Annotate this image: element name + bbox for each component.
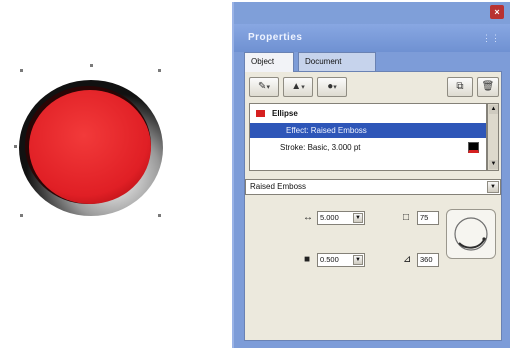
width-icon: ↔: [303, 212, 313, 223]
add-fill-button[interactable]: ▲▾: [283, 77, 313, 97]
effect-type-value: Raised Emboss: [250, 182, 307, 191]
scroll-up-icon[interactable]: ▲: [489, 105, 498, 114]
tab-object[interactable]: Object: [244, 52, 294, 72]
chevron-down-icon[interactable]: ▼: [353, 255, 363, 265]
grip-icon[interactable]: ⋮⋮: [482, 33, 500, 44]
delete-button[interactable]: 🗑: [477, 77, 499, 97]
list-scrollbar[interactable]: ▲ ▼: [487, 103, 499, 171]
selection-handle-middle-left[interactable]: [14, 145, 17, 148]
angle-field[interactable]: 360: [417, 253, 439, 267]
add-stroke-button[interactable]: ✎▾: [249, 77, 279, 97]
list-item-label: Ellipse: [272, 109, 298, 118]
chevron-down-icon[interactable]: ▼: [487, 181, 499, 193]
stroke-color-chip[interactable]: [468, 142, 479, 153]
contrast-icon: □: [403, 212, 410, 223]
softness-combo[interactable]: 0.500 ▼: [317, 253, 365, 267]
width-combo[interactable]: 5.000 ▼: [317, 211, 365, 225]
add-effect-button[interactable]: ●▾: [317, 77, 347, 97]
angle-value: 360: [420, 255, 433, 264]
panel-titlebar[interactable]: ×: [234, 2, 510, 24]
trash-icon: 🗑: [481, 81, 495, 92]
duplicate-button[interactable]: ⧉: [447, 77, 473, 97]
light-angle-preview[interactable]: [446, 209, 496, 259]
list-item-stroke[interactable]: Stroke: Basic, 3.000 pt: [250, 140, 486, 155]
list-item-ellipse[interactable]: Ellipse: [250, 106, 486, 121]
selection-handle-top-right[interactable]: [158, 69, 161, 72]
close-icon[interactable]: ×: [490, 5, 504, 19]
tab-document[interactable]: Document: [298, 52, 376, 72]
width-value: 5.000: [320, 213, 339, 222]
panel-body: ✎▾ ▲▾ ●▾ ⧉ 🗑 Ellipse Effect: Raised Embo…: [244, 71, 502, 341]
paint-bucket-icon: ▲: [291, 81, 302, 92]
effects-list: Ellipse Effect: Raised Emboss Stroke: Ba…: [249, 103, 487, 171]
caret-down-icon: ▾: [301, 84, 305, 91]
properties-panel: × Properties ⋮⋮ Object Document ✎▾ ▲▾ ●▾…: [232, 2, 510, 348]
caret-down-icon: ▾: [266, 84, 270, 91]
contrast-field[interactable]: 75: [417, 211, 439, 225]
list-item-effect[interactable]: Effect: Raised Emboss: [250, 123, 486, 138]
color-swatch: [256, 110, 265, 117]
selection-handle-top-left[interactable]: [20, 69, 23, 72]
list-item-label: Effect: Raised Emboss: [286, 126, 367, 135]
chevron-down-icon[interactable]: ▼: [353, 213, 363, 223]
duplicate-icon: ⧉: [456, 81, 464, 92]
softness-value: 0.500: [320, 255, 339, 264]
list-item-label: Stroke: Basic, 3.000 pt: [280, 143, 361, 152]
angle-dial-icon: [454, 217, 488, 251]
effect-type-dropdown[interactable]: Raised Emboss ▼: [245, 179, 501, 195]
softness-icon: ■: [304, 254, 311, 265]
contrast-value: 75: [420, 213, 429, 222]
effects-toolbar: ✎▾ ▲▾ ●▾ ⧉ 🗑: [249, 77, 499, 99]
panel-title: Properties: [248, 32, 303, 43]
canvas[interactable]: [0, 0, 230, 348]
angle-icon: ⊿: [403, 254, 412, 265]
red-emboss-button[interactable]: [18, 75, 164, 221]
caret-down-icon: ▾: [333, 84, 337, 91]
panel-header[interactable]: Properties ⋮⋮: [234, 24, 510, 52]
selection-handle-top-middle[interactable]: [90, 64, 93, 67]
scroll-down-icon[interactable]: ▼: [489, 160, 498, 169]
